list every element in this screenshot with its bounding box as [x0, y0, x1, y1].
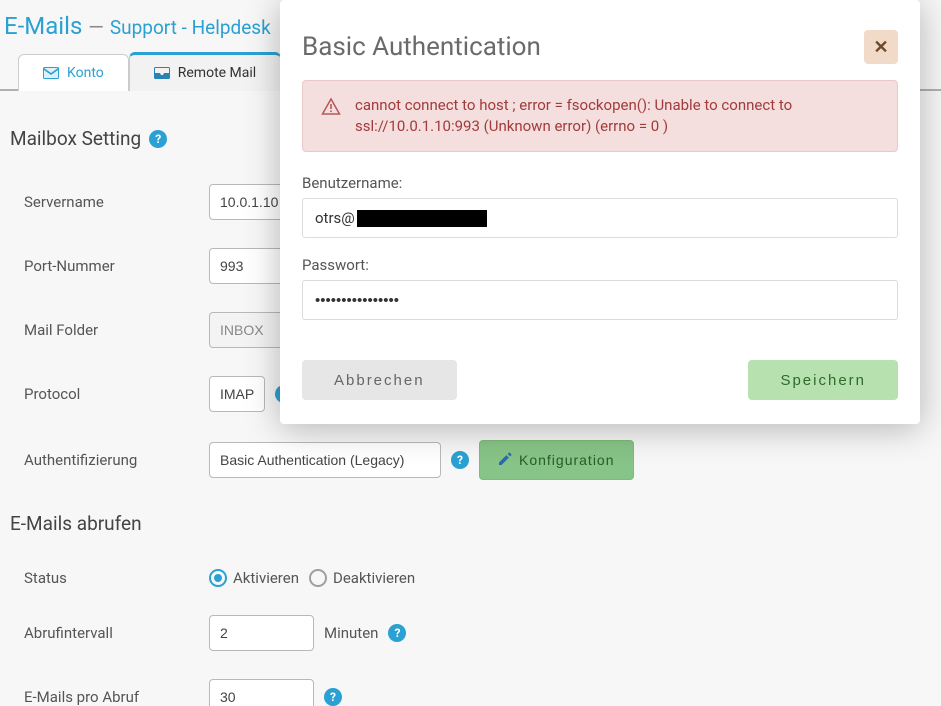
username-prefix: otrs@	[315, 209, 355, 227]
modal-title: Basic Authentication	[302, 32, 541, 62]
radio-disable[interactable]: Deaktivieren	[309, 569, 415, 587]
help-icon[interactable]: ?	[388, 624, 406, 642]
save-button[interactable]: Speichern	[748, 360, 898, 400]
tab-remote-mail[interactable]: Remote Mail	[129, 52, 281, 91]
help-icon[interactable]: ?	[324, 688, 342, 706]
interval-input[interactable]	[209, 615, 314, 651]
interval-unit: Minuten	[324, 624, 378, 642]
protocol-select[interactable]	[209, 376, 265, 412]
fetch-section-head: E-Mails abrufen	[10, 512, 931, 535]
inbox-icon	[154, 66, 170, 80]
row-auth: Authentifizierung ? Konfiguration	[10, 426, 931, 494]
per-fetch-input[interactable]	[209, 679, 314, 706]
mail-icon	[43, 66, 59, 80]
radio-label: Aktivieren	[233, 569, 299, 587]
help-icon[interactable]: ?	[451, 451, 469, 469]
redacted-text	[357, 210, 487, 227]
configure-button[interactable]: Konfiguration	[479, 440, 634, 480]
tab-account[interactable]: Konto	[18, 54, 129, 91]
auth-select[interactable]	[209, 442, 441, 478]
section-title: E-Mails abrufen	[10, 512, 142, 535]
error-banner: cannot connect to host ; error = fsockop…	[302, 80, 898, 152]
tab-label: Konto	[67, 65, 104, 81]
password-input[interactable]	[302, 280, 898, 320]
configure-label: Konfiguration	[519, 452, 615, 468]
per-fetch-label: E-Mails pro Abruf	[24, 688, 209, 706]
title-main: E-Mails	[4, 12, 82, 40]
row-interval: Abrufintervall Minuten ?	[10, 601, 931, 665]
section-title: Mailbox Setting	[10, 127, 141, 150]
title-separator: —	[88, 15, 104, 39]
title-subtitle: Support - Helpdesk	[110, 16, 271, 39]
pencil-icon	[498, 452, 512, 469]
port-label: Port-Nummer	[24, 257, 209, 275]
folder-label: Mail Folder	[24, 321, 209, 339]
cancel-button[interactable]: Abbrechen	[302, 360, 457, 400]
auth-label: Authentifizierung	[24, 451, 209, 469]
warning-icon	[321, 97, 341, 123]
servername-label: Servername	[24, 193, 209, 211]
protocol-label: Protocol	[24, 385, 209, 403]
password-label: Passwort:	[302, 256, 898, 274]
status-label: Status	[24, 569, 209, 587]
close-button[interactable]: ✕	[864, 30, 898, 64]
port-input[interactable]	[209, 248, 289, 284]
close-icon: ✕	[873, 37, 888, 58]
tab-label: Remote Mail	[178, 65, 256, 81]
radio-label: Deaktivieren	[333, 569, 415, 587]
row-status: Status Aktivieren Deaktivieren	[10, 555, 931, 601]
auth-modal: Basic Authentication ✕ cannot connect to…	[280, 0, 920, 424]
username-label: Benutzername:	[302, 174, 898, 192]
interval-label: Abrufintervall	[24, 624, 209, 642]
row-per-fetch: E-Mails pro Abruf ?	[10, 665, 931, 706]
radio-icon	[309, 569, 327, 587]
radio-icon	[209, 569, 227, 587]
help-icon[interactable]: ?	[149, 130, 167, 148]
error-message: cannot connect to host ; error = fsockop…	[355, 95, 879, 137]
radio-enable[interactable]: Aktivieren	[209, 569, 299, 587]
username-input[interactable]: otrs@	[302, 198, 898, 238]
